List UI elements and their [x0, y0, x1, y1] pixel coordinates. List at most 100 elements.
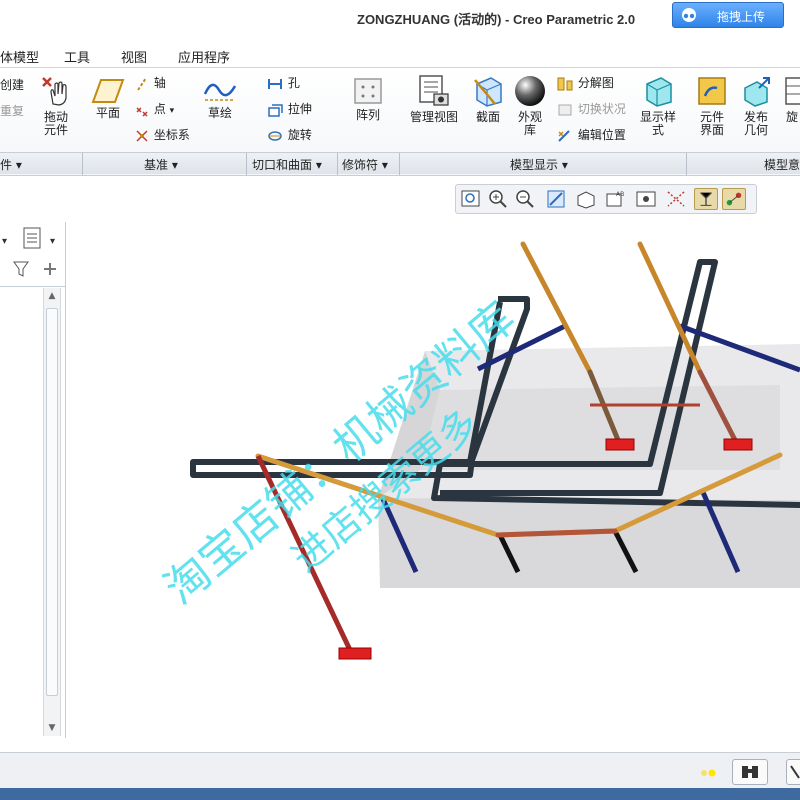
publish-geometry-button[interactable]: 发布 几何 — [736, 74, 776, 137]
group-model-display-label[interactable]: 模型显示 ▾ — [510, 156, 568, 173]
scroll-up-arrow[interactable]: ▲ — [46, 290, 58, 302]
group-datum-label[interactable]: 基准 ▾ — [144, 156, 178, 173]
sketch-label: 草绘 — [207, 106, 232, 120]
point-label: 点 — [153, 102, 166, 116]
tab-tools[interactable]: 工具 — [64, 47, 90, 66]
scroll-thumb[interactable] — [46, 308, 58, 696]
saved-orientations-icon[interactable]: AB — [604, 188, 628, 210]
model-tree-toolbar: ▾ ▾ — [2, 227, 56, 277]
toggle-status-button[interactable]: 切换状况 — [556, 100, 626, 118]
annotation-display-icon[interactable] — [722, 188, 746, 210]
display-style-small-icon[interactable] — [574, 188, 598, 210]
hole-icon — [268, 78, 282, 89]
selection-filter-button[interactable] — [786, 759, 800, 785]
add-icon[interactable] — [44, 263, 56, 275]
edit-position-button[interactable]: 编辑位置 — [556, 126, 626, 144]
create-button[interactable]: 创建 — [0, 76, 24, 93]
manage-views-button[interactable]: 管理视图 — [406, 74, 462, 124]
component-interface-button[interactable]: 元件 界面 — [692, 74, 732, 137]
cloud-upload-icon — [682, 8, 696, 22]
graphics-toolbar: AB — [455, 184, 757, 214]
perspective-icon[interactable] — [664, 188, 688, 210]
find-button[interactable] — [732, 759, 768, 785]
tab-applications[interactable]: 应用程序 — [178, 47, 230, 66]
tree-settings-icon[interactable] — [23, 227, 41, 249]
rotate-partial-button[interactable]: 旋 — [782, 74, 800, 124]
group-separator — [337, 153, 338, 175]
panel-divider — [0, 286, 66, 287]
svg-text:▾: ▾ — [50, 236, 55, 247]
regenerate-button[interactable]: 重复 — [0, 102, 24, 119]
binoculars-icon — [742, 766, 758, 778]
publish-geometry-icon — [744, 77, 770, 107]
tab-view[interactable]: 视图 — [121, 47, 147, 66]
table-icon — [785, 77, 800, 105]
group-components-label[interactable]: 件 ▾ — [0, 156, 22, 173]
appearance-library-label: 外观 库 — [517, 110, 542, 137]
edit-position-icon — [558, 129, 570, 142]
publish-geometry-label: 发布 几何 — [743, 110, 768, 137]
group-modifiers-label[interactable]: 修饰符 ▾ — [342, 156, 388, 173]
appearance-library-button[interactable]: 外观 库 — [510, 74, 550, 137]
ribbon-group-bar: 件 ▾ 基准 ▾ 切口和曲面 ▾ 修饰符 ▾ 模型显示 ▾ 模型意 — [0, 152, 800, 175]
axis-label: 轴 — [153, 76, 166, 90]
refit-icon[interactable] — [459, 188, 483, 210]
drag-component-button[interactable]: 拖动 元件 — [36, 74, 76, 137]
plane-label: 平面 — [95, 106, 120, 120]
axis-button[interactable]: 轴 — [134, 74, 166, 92]
model-tree-panel: ▾ ▾ ▲ ▼ — [0, 222, 66, 738]
datum-display-filter-icon[interactable] — [694, 188, 718, 210]
window-title: ZONGZHUANG (活动的) - Creo Parametric 2.0 — [357, 12, 636, 27]
extrude-button[interactable]: 拉伸 — [266, 100, 312, 118]
manage-views-label: 管理视图 — [409, 110, 458, 124]
scroll-down-arrow[interactable]: ▼ — [46, 722, 58, 734]
display-style-label: 显示样 式 — [639, 110, 676, 137]
zoom-in-icon[interactable] — [486, 188, 510, 210]
extrude-label: 拉伸 — [287, 102, 312, 116]
explode-view-label: 分解图 — [577, 76, 614, 90]
explode-view-button[interactable]: 分解图 — [556, 74, 614, 92]
taskbar — [0, 788, 800, 800]
title-bar: ZONGZHUANG (活动的) - Creo Parametric 2.0 拖… — [0, 0, 800, 34]
hole-button[interactable]: 孔 — [266, 74, 300, 92]
explode-view-icon — [557, 77, 573, 90]
appearance-sphere-icon — [515, 76, 545, 106]
upload-button[interactable]: 拖拽上传 — [672, 2, 784, 28]
edit-position-label: 编辑位置 — [577, 128, 626, 142]
zoom-out-icon[interactable] — [513, 188, 537, 210]
datum-plane-icon — [91, 79, 125, 103]
tab-model[interactable]: 体模型 — [0, 47, 39, 66]
filter-icon[interactable] — [13, 261, 29, 277]
pattern-icon — [354, 78, 382, 104]
pattern-button[interactable]: 阵列 — [348, 76, 388, 122]
sketch-button[interactable]: 草绘 — [200, 76, 240, 120]
svg-text:AB: AB — [616, 191, 624, 198]
manage-views-icon — [419, 75, 449, 106]
component-interface-icon — [698, 77, 726, 105]
display-style-button[interactable]: 显示样 式 — [636, 74, 680, 137]
group-separator — [82, 153, 83, 175]
csys-button[interactable]: 坐标系 — [134, 126, 190, 144]
vertical-scrollbar[interactable]: ▲ ▼ — [43, 288, 61, 736]
menu-bar: 体模型 工具 视图 应用程序 — [0, 44, 800, 68]
section-button[interactable]: 截面 — [468, 74, 508, 124]
point-button[interactable]: 点 ▾ — [134, 100, 174, 118]
upload-button-label: 拖拽上传 — [717, 10, 766, 24]
toggle-status-icon — [558, 104, 572, 115]
datum-point-icon — [136, 106, 148, 117]
hole-label: 孔 — [287, 76, 300, 90]
plane-button[interactable]: 平面 — [88, 78, 128, 120]
toggle-status-label: 切换状况 — [577, 102, 626, 116]
group-cuts-surfaces-label[interactable]: 切口和曲面 ▾ — [252, 156, 322, 173]
ribbon: 创建 重复 拖动 元件 平面 轴 点 ▾ 坐标系 草绘 孔 拉伸 旋转 阵列 管… — [0, 68, 800, 176]
group-model-intent-label[interactable]: 模型意 — [764, 156, 800, 173]
repaint-icon[interactable] — [544, 188, 568, 210]
view-manager-icon[interactable] — [634, 188, 658, 210]
revolve-icon — [268, 130, 282, 141]
pattern-label: 阵列 — [355, 108, 380, 122]
status-indicator-icon — [701, 769, 716, 777]
coordinate-system-icon — [136, 129, 148, 142]
status-bar — [0, 752, 800, 788]
component-interface-label: 元件 界面 — [699, 110, 724, 137]
revolve-button[interactable]: 旋转 — [266, 126, 312, 144]
